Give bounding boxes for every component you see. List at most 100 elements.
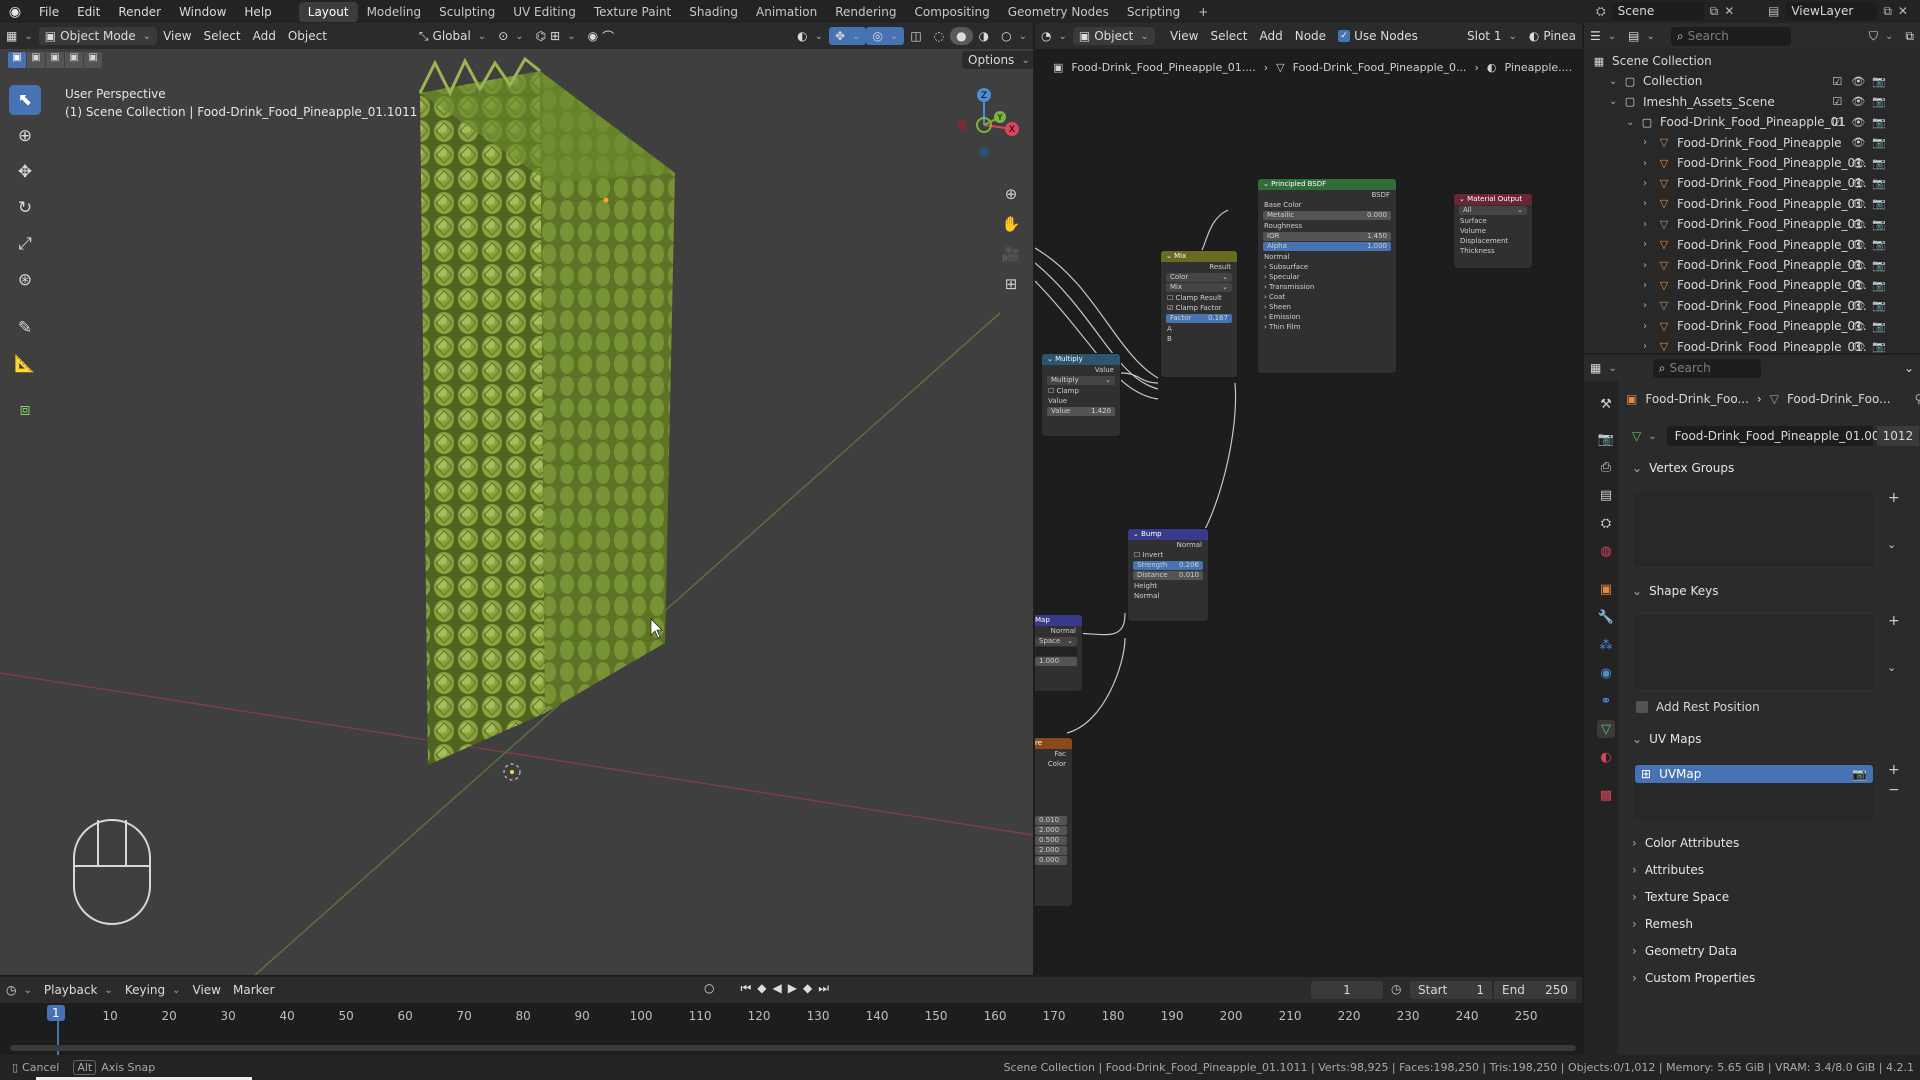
- uv-map-add-button[interactable]: +: [1888, 762, 1900, 778]
- jump-end-icon[interactable]: ⏭: [818, 981, 829, 996]
- play-reverse-icon[interactable]: ◀: [773, 981, 782, 996]
- options-dropdown[interactable]: Options: [962, 51, 1033, 69]
- eye-icon[interactable]: 👁: [1851, 299, 1865, 312]
- mix-data-type-dropdown[interactable]: Color ⌄: [1166, 273, 1232, 282]
- shading-rendered[interactable]: ○: [995, 27, 1033, 45]
- pin-icon[interactable]: ⚲: [1915, 392, 1920, 406]
- pivot-point-dropdown[interactable]: ⊙: [492, 27, 529, 45]
- rotate-tool[interactable]: ↻: [9, 193, 41, 223]
- ortho-toggle-button[interactable]: ⊞: [998, 271, 1024, 297]
- exclude-checkbox-icon[interactable]: [1832, 259, 1844, 272]
- add-cube-tool[interactable]: ⧈: [9, 395, 41, 425]
- texture-value-4[interactable]: 2.000: [1035, 846, 1067, 855]
- preview-range-icon[interactable]: ◷: [1391, 982, 1401, 996]
- texture-fac-output[interactable]: Fac: [1035, 749, 1072, 759]
- world-tab[interactable]: ◍: [1597, 542, 1615, 560]
- properties-editor-type[interactable]: ▦: [1584, 359, 1623, 377]
- mix-blend-dropdown[interactable]: Mix ⌄: [1166, 283, 1232, 292]
- snap-dropdown[interactable]: ⌬ ⊞: [530, 27, 582, 45]
- camera-render-icon[interactable]: 📷: [1872, 238, 1886, 251]
- data-tab[interactable]: ▽: [1597, 720, 1615, 738]
- outliner-row[interactable]: › ▽ Food-Drink_Food_Pineapple_01. 👁 📷: [1584, 194, 1894, 214]
- outliner-row[interactable]: › ▽ Food-Drink_Food_Pineapple_01. 👁 📷: [1584, 255, 1894, 275]
- panel-sheen[interactable]: › Sheen: [1258, 302, 1396, 312]
- exclude-checkbox-icon[interactable]: [1832, 279, 1844, 292]
- eye-icon[interactable]: 👁: [1851, 197, 1865, 210]
- bump-invert-checkbox[interactable]: ☐ Invert: [1128, 550, 1208, 560]
- camera-render-icon[interactable]: 📷: [1872, 157, 1886, 170]
- marker-menu[interactable]: Marker: [227, 981, 280, 999]
- exclude-checkbox-icon[interactable]: [1832, 238, 1844, 251]
- ior-field[interactable]: IOR 1.450: [1263, 232, 1391, 241]
- panel-coat[interactable]: › Coat: [1258, 292, 1396, 302]
- exclude-checkbox-icon[interactable]: [1832, 299, 1844, 312]
- exclude-checkbox-icon[interactable]: [1832, 177, 1844, 190]
- current-frame-field[interactable]: 1: [1311, 981, 1383, 999]
- panel-subsurface[interactable]: › Subsurface: [1258, 262, 1396, 272]
- outliner-row[interactable]: ⌄ ▢ Imeshh_Assets_Scene ☑ 👁 📷: [1584, 92, 1894, 112]
- outliner-search[interactable]: ⌕ Search: [1670, 26, 1791, 46]
- view-layer-tab[interactable]: ▤: [1597, 486, 1615, 504]
- node-mix[interactable]: ⌄ Mix Result Color ⌄ Mix ⌄ ☐ Clamp Result …: [1160, 250, 1238, 378]
- viewport-menu-view[interactable]: View: [157, 27, 197, 45]
- normal-map-space-dropdown[interactable]: Space ⌄: [1035, 637, 1077, 646]
- playback-menu[interactable]: Playback: [38, 981, 119, 999]
- outliner-row[interactable]: ▦ Scene Collection: [1584, 51, 1894, 71]
- uv-map-remove-button[interactable]: −: [1888, 782, 1900, 798]
- eye-icon[interactable]: 👁: [1851, 116, 1865, 129]
- mesh-name-field[interactable]: Food-Drink_Food_Pineapple_01.001: [1666, 426, 1887, 446]
- expand-arrow-icon[interactable]: ›: [1643, 137, 1657, 148]
- node-multiply[interactable]: ⌄ Multiply Value Multiply ⌄ ☐ Clamp Value…: [1041, 353, 1121, 437]
- menu-file[interactable]: File: [30, 5, 68, 19]
- uv-maps-list[interactable]: ⊞ UVMap 📷: [1632, 762, 1876, 822]
- transform-orientation-dropdown[interactable]: ⤡ Global: [413, 27, 492, 46]
- overlay-toggle[interactable]: ◎: [866, 27, 905, 45]
- scene-name[interactable]: Scene: [1611, 2, 1704, 20]
- texture-tab[interactable]: ▩: [1597, 786, 1615, 804]
- outliner-editor-type[interactable]: ☰: [1584, 27, 1622, 45]
- expand-arrow-icon[interactable]: ›: [1643, 321, 1657, 332]
- tool-tab[interactable]: ⚒: [1597, 395, 1615, 413]
- bump-strength-field[interactable]: Strength 0.206: [1133, 561, 1203, 570]
- tab-geometry-nodes[interactable]: Geometry Nodes: [999, 2, 1118, 22]
- node-principled-bsdf[interactable]: ⌄ Principled BSDF BSDF Base Color Metall…: [1257, 178, 1397, 374]
- multiply-value-output[interactable]: Value: [1042, 365, 1120, 375]
- expand-arrow-icon[interactable]: ›: [1643, 219, 1657, 230]
- vertex-groups-panel[interactable]: Vertex Groups: [1632, 461, 1734, 475]
- auto-key-record-icon[interactable]: ○: [704, 981, 714, 996]
- shader-editor[interactable]: ◔ ▣Object View Select Add Node ✓Use Node…: [1035, 23, 1582, 975]
- start-frame-field[interactable]: Start 1: [1410, 981, 1492, 999]
- node-material-output[interactable]: ⌄ Material Output All ⌄ Surface Volume Di…: [1453, 193, 1533, 269]
- select-extend-icon[interactable]: ▣: [27, 52, 45, 68]
- select-subtract-icon[interactable]: ▣: [46, 52, 64, 68]
- geometry-data-panel[interactable]: Geometry Data: [1632, 944, 1737, 958]
- texture-value-3[interactable]: 0.500: [1035, 836, 1067, 845]
- mix-factor-field[interactable]: Factor 0.167: [1166, 314, 1232, 323]
- normal-map-uv-field[interactable]: [1035, 647, 1077, 656]
- texture-value-2[interactable]: 2.000: [1035, 826, 1067, 835]
- exclude-checkbox-icon[interactable]: ☑: [1832, 116, 1844, 129]
- constraints-tab[interactable]: ⚭: [1597, 692, 1615, 710]
- multiply-value-input[interactable]: Value: [1042, 396, 1120, 406]
- new-scene-icon[interactable]: ⧉: [1710, 4, 1719, 19]
- texture-value-5[interactable]: 0.000: [1035, 856, 1067, 865]
- gizmo-toggle[interactable]: ✥: [829, 27, 867, 45]
- select-new-icon[interactable]: ▣: [8, 52, 26, 68]
- tab-compositing[interactable]: Compositing: [905, 2, 998, 22]
- panel-transmission[interactable]: › Transmission: [1258, 282, 1396, 292]
- multiply-value-field[interactable]: Value 1.420: [1047, 407, 1115, 416]
- mode-dropdown[interactable]: ▣ Object Mode: [38, 27, 158, 45]
- displacement-socket[interactable]: Displacement: [1454, 236, 1532, 246]
- eye-icon[interactable]: 👁: [1851, 136, 1865, 149]
- expand-arrow-icon[interactable]: ›: [1643, 198, 1657, 209]
- metallic-field[interactable]: Metallic 0.000: [1263, 211, 1391, 220]
- timeline-scrollbar[interactable]: [10, 1045, 1576, 1051]
- menu-render[interactable]: Render: [109, 5, 170, 19]
- attributes-panel[interactable]: Attributes: [1632, 863, 1704, 877]
- shading-material[interactable]: ◑: [973, 27, 995, 45]
- crumb-mesh[interactable]: Food-Drink_Foo...: [1787, 392, 1891, 406]
- delete-scene-icon[interactable]: ✕: [1724, 4, 1734, 18]
- eye-icon[interactable]: 👁: [1851, 218, 1865, 231]
- expand-arrow-icon[interactable]: ›: [1643, 341, 1657, 352]
- bump-distance-field[interactable]: Distance 0.010: [1133, 571, 1203, 580]
